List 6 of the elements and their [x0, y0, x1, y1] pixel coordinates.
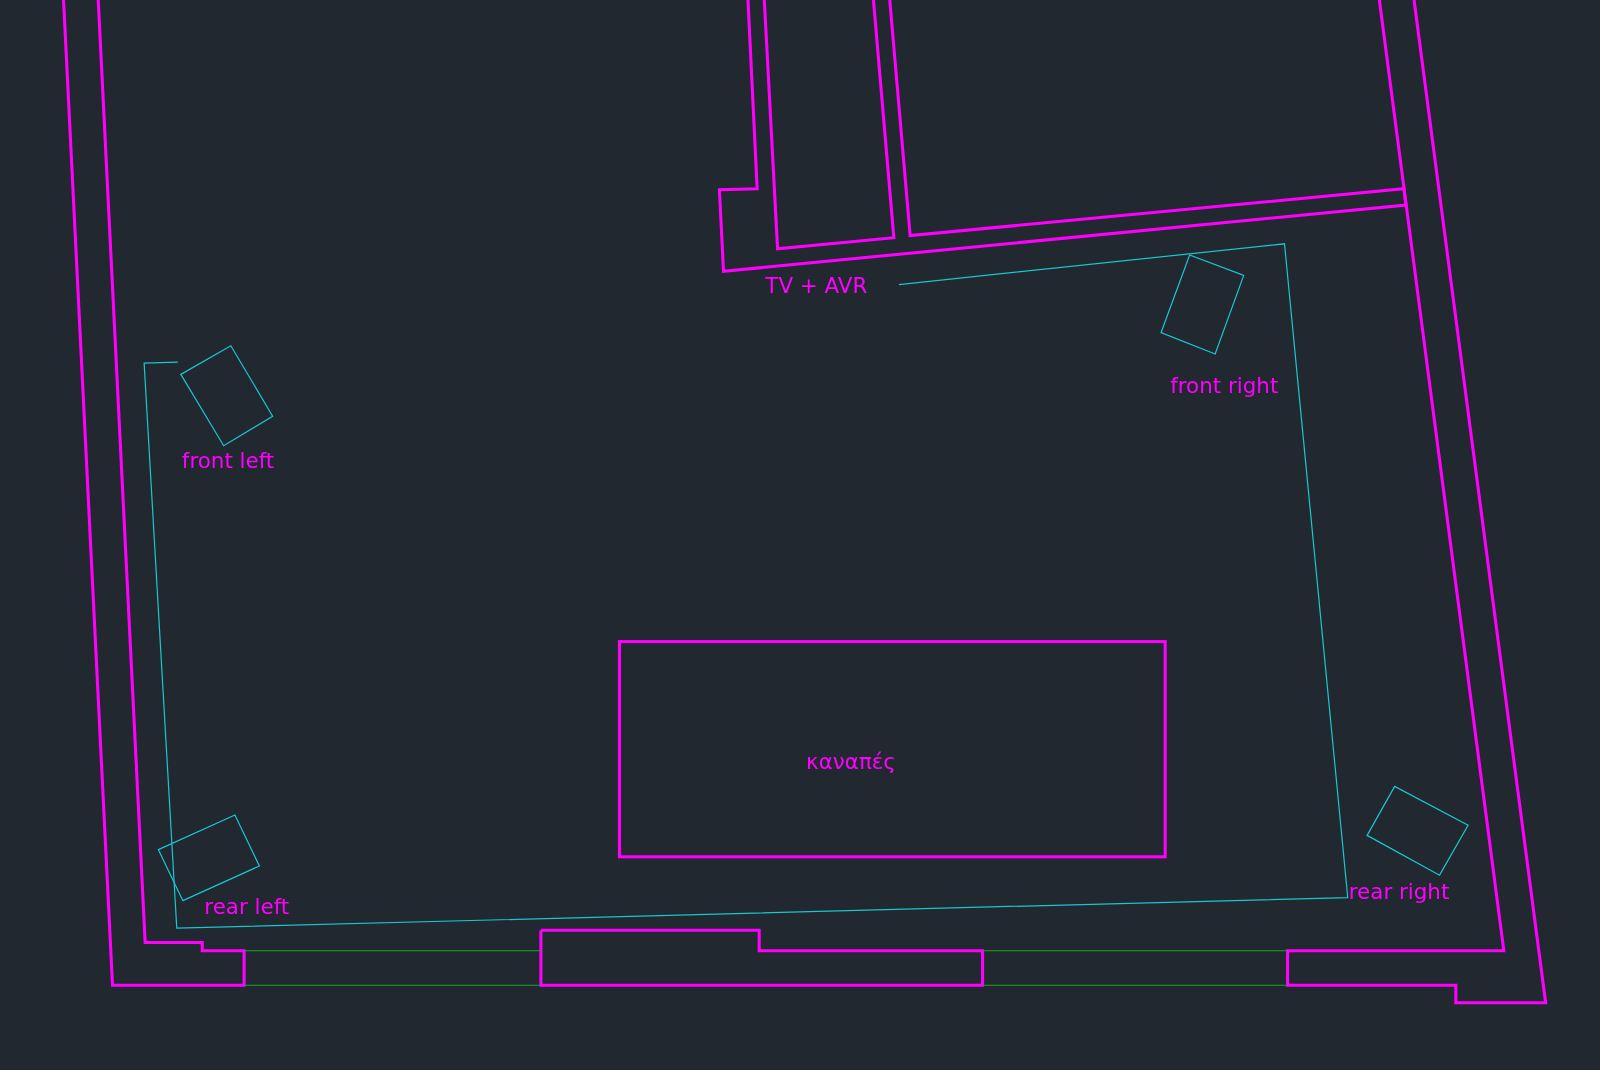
room-label: rear right: [1348, 878, 1450, 904]
room-label: καναπές: [806, 749, 896, 775]
room-label: rear left: [204, 893, 290, 919]
room-label: front left: [181, 448, 275, 474]
room-label: front right: [1170, 372, 1279, 398]
room-label: TV + AVR: [765, 272, 868, 298]
